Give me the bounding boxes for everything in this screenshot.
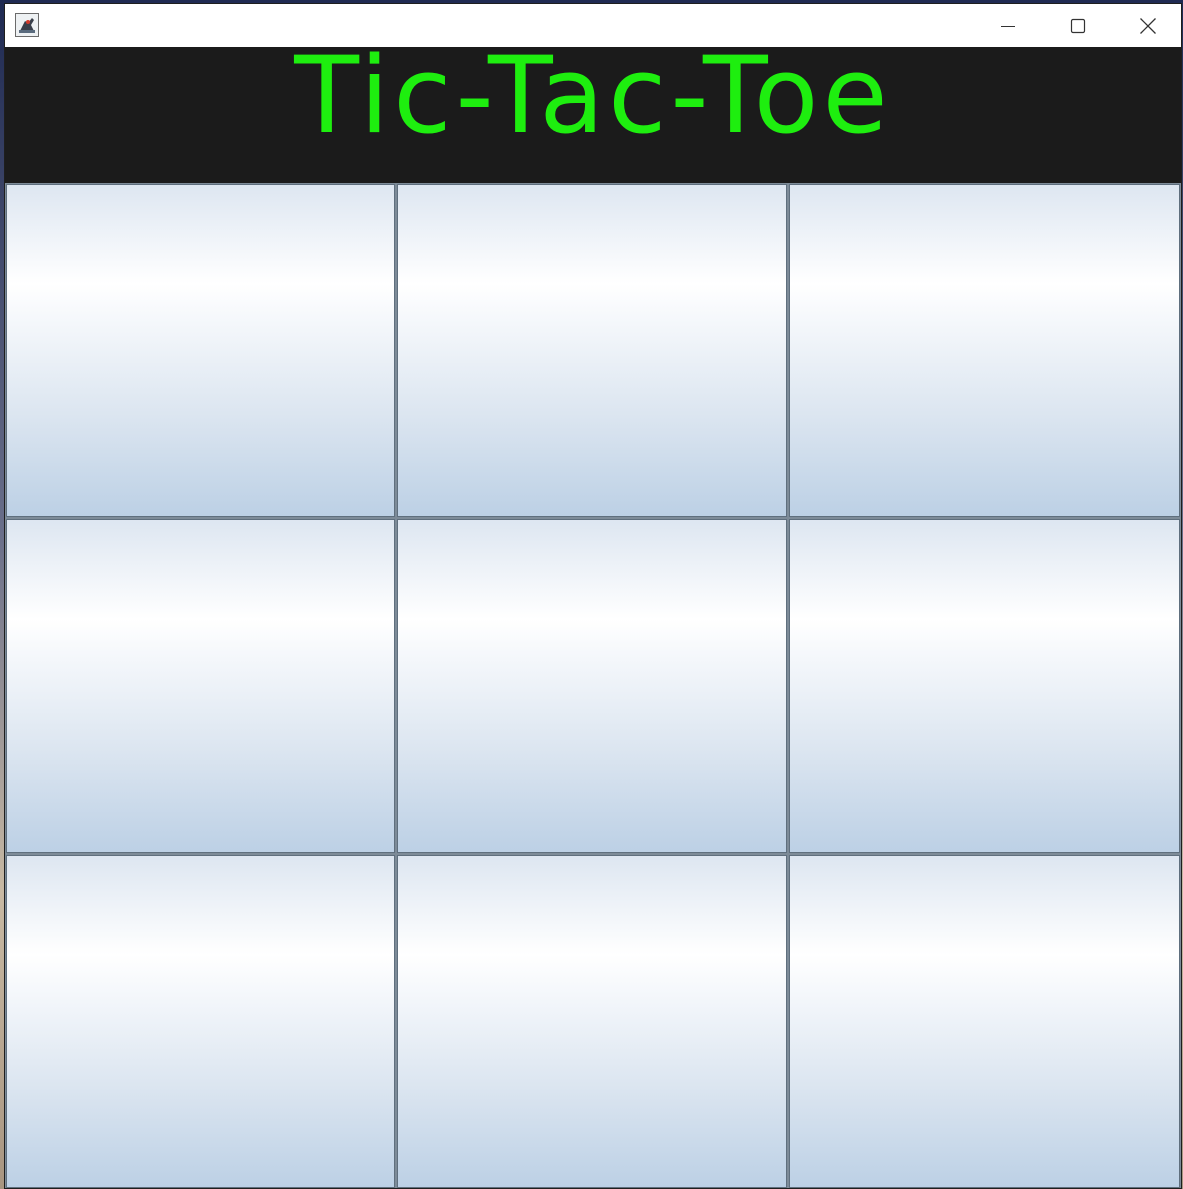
game-title: Tic-Tac-Toe [294,47,892,157]
board-cell-2[interactable] [396,183,788,518]
maximize-button[interactable] [1043,4,1113,47]
close-icon [1140,17,1156,34]
board-cell-8[interactable] [396,854,788,1188]
close-button[interactable] [1113,4,1181,47]
java-duke-icon[interactable] [15,13,39,37]
app-window: Tic-Tac-Toe [4,3,1182,1189]
game-board [5,183,1181,1188]
title-bar[interactable] [5,4,1181,47]
board-cell-4[interactable] [5,518,396,854]
minimize-icon [1001,25,1015,27]
board-cell-1[interactable] [5,183,396,518]
board-cell-9[interactable] [788,854,1181,1188]
board-cell-6[interactable] [788,518,1181,854]
maximize-icon [1070,18,1086,33]
minimize-button[interactable] [973,4,1043,47]
game-header: Tic-Tac-Toe [5,47,1181,183]
board-cell-7[interactable] [5,854,396,1188]
board-cell-5[interactable] [396,518,788,854]
board-cell-3[interactable] [788,183,1181,518]
